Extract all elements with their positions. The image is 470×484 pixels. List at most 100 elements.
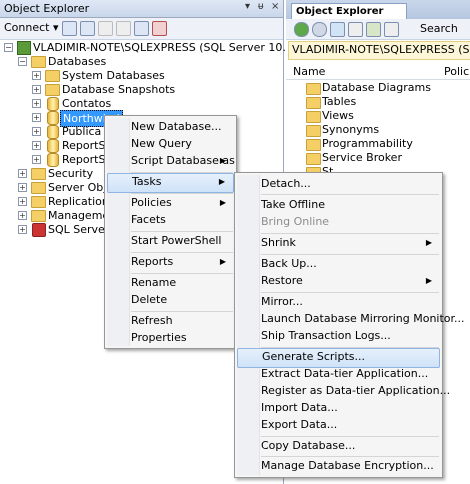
menu-item-detach[interactable]: Detach... [237,175,440,193]
tree-label: Publica [62,125,102,138]
server-icon [17,41,31,55]
column-policy[interactable]: Polic [444,65,469,78]
connect-engine-icon[interactable] [62,21,77,36]
activity-monitor-icon[interactable] [152,21,167,36]
folder-icon [306,97,321,109]
folder-icon [31,196,46,208]
menu-item-start-powershell[interactable]: Start PowerShell [107,232,234,250]
database-icon [47,153,59,167]
database-icon [47,111,59,125]
menu-item-extract-data-tier[interactable]: Extract Data-tier Application... [237,365,440,383]
object-explorer-title: Object Explorer [4,2,90,15]
collapse-icon[interactable]: − [18,57,27,66]
filter-icon[interactable] [348,22,363,37]
database-context-menu: New Database... New Query Script Databas… [104,115,237,349]
menu-item-bring-online: Bring Online [261,215,330,228]
submenu-arrow-icon: ▶ [219,198,226,207]
expand-icon[interactable]: + [18,211,27,220]
menu-item-reports[interactable]: Reports ▶ [107,253,234,271]
menu-item-policies[interactable]: Policies ▶ [107,194,234,212]
dropdown-icon[interactable]: ▾ [245,1,250,12]
list-item-label: Database Diagrams [322,81,431,94]
disconnect-icon[interactable] [80,21,95,36]
tree-label: Replication [48,195,109,208]
menu-item-properties[interactable]: Properties [107,329,234,347]
list-item-label: Tables [322,95,357,108]
database-icon [47,97,59,111]
column-name[interactable]: Name [293,65,325,78]
tab-object-explorer-details[interactable]: Object Explorer Details [291,3,407,32]
expand-icon[interactable]: + [18,183,27,192]
menu-item-import-data[interactable]: Import Data... [237,399,440,417]
menu-item-back-up[interactable]: Back Up... [237,255,440,273]
folder-icon [31,182,46,194]
object-explorer-titlebar: Object Explorer ▾ ᵾ × [0,0,283,18]
menu-item-restore[interactable]: Restore ▶ [237,272,440,290]
menu-item-delete[interactable]: Delete [107,291,234,309]
folder-icon [306,153,321,165]
filter-icon[interactable] [116,21,131,36]
menu-item-new-database[interactable]: New Database... [107,118,234,136]
report-icon[interactable] [384,22,399,37]
forward-icon[interactable] [312,22,327,37]
list-item-label: Synonyms [322,123,380,136]
menu-item-tasks[interactable]: Tasks ▶ [107,173,234,193]
menu-item-label: Shrink [261,236,296,249]
menu-item-shrink[interactable]: Shrink ▶ [237,234,440,252]
agent-icon [32,223,46,237]
folder-icon [31,168,46,180]
expand-icon[interactable]: + [32,155,41,164]
tree-label: Database Snapshots [62,83,176,96]
menu-item-register-data-tier[interactable]: Register as Data-tier Application... [237,382,450,400]
back-icon[interactable] [294,22,309,37]
expand-icon[interactable]: + [18,225,27,234]
menu-item-label: Tasks [132,175,162,188]
database-icon [47,139,59,153]
menu-item-new-query[interactable]: New Query [107,135,234,153]
menu-item-manage-encryption[interactable]: Manage Database Encryption... [237,457,440,475]
search-label: Search [420,22,458,35]
menu-item-script-database-as[interactable]: Script Database as ▶ [107,152,235,170]
database-icon [47,125,59,139]
folder-icon [306,83,321,95]
menu-item-export-data[interactable]: Export Data... [237,416,440,434]
folder-icon [31,210,46,222]
expand-icon[interactable]: + [32,127,41,136]
list-item-label: Programmability [322,137,413,150]
menu-item-mirror[interactable]: Mirror... [237,293,440,311]
folder-icon [45,70,60,82]
tree-label: Security [48,167,94,180]
folder-icon [306,139,321,151]
folder-icon [45,84,60,96]
menu-item-label: Restore [261,274,303,287]
menu-item-refresh[interactable]: Refresh [107,312,234,330]
expand-icon[interactable]: + [32,85,41,94]
expand-icon[interactable]: + [32,141,41,150]
list-item-label: Service Broker [322,151,402,164]
pin-icon[interactable]: ᵾ [258,1,263,12]
submenu-arrow-icon: ▶ [219,156,226,165]
expand-icon[interactable]: + [32,113,41,122]
submenu-arrow-icon: ▶ [425,238,432,247]
expand-icon[interactable]: + [32,71,41,80]
list-icon[interactable] [366,22,381,37]
expand-icon[interactable]: + [32,99,41,108]
menu-item-take-offline[interactable]: Take Offline [237,196,440,214]
collapse-icon[interactable]: − [4,43,13,52]
sync-icon[interactable] [330,22,345,37]
object-explorer-toolbar: Connect ▾ [0,18,283,40]
menu-separator [261,194,439,195]
stop-icon[interactable] [98,21,113,36]
menu-item-launch-mirroring-monitor[interactable]: Launch Database Mirroring Monitor... [237,310,465,328]
expand-icon[interactable]: + [18,169,27,178]
menu-item-ship-transaction-logs[interactable]: Ship Transaction Logs... [237,327,440,345]
tasks-submenu: Detach... Take Offline Bring Online Shri… [234,172,465,478]
menu-item-rename[interactable]: Rename [107,274,234,292]
menu-item-facets[interactable]: Facets [107,211,234,229]
close-icon[interactable]: × [271,1,279,12]
expand-icon[interactable]: + [18,197,27,206]
menu-item-copy-database[interactable]: Copy Database... [237,437,440,455]
refresh-icon[interactable] [134,21,149,36]
tree-label: Databases [48,55,107,68]
connect-button[interactable]: Connect ▾ [4,21,59,35]
